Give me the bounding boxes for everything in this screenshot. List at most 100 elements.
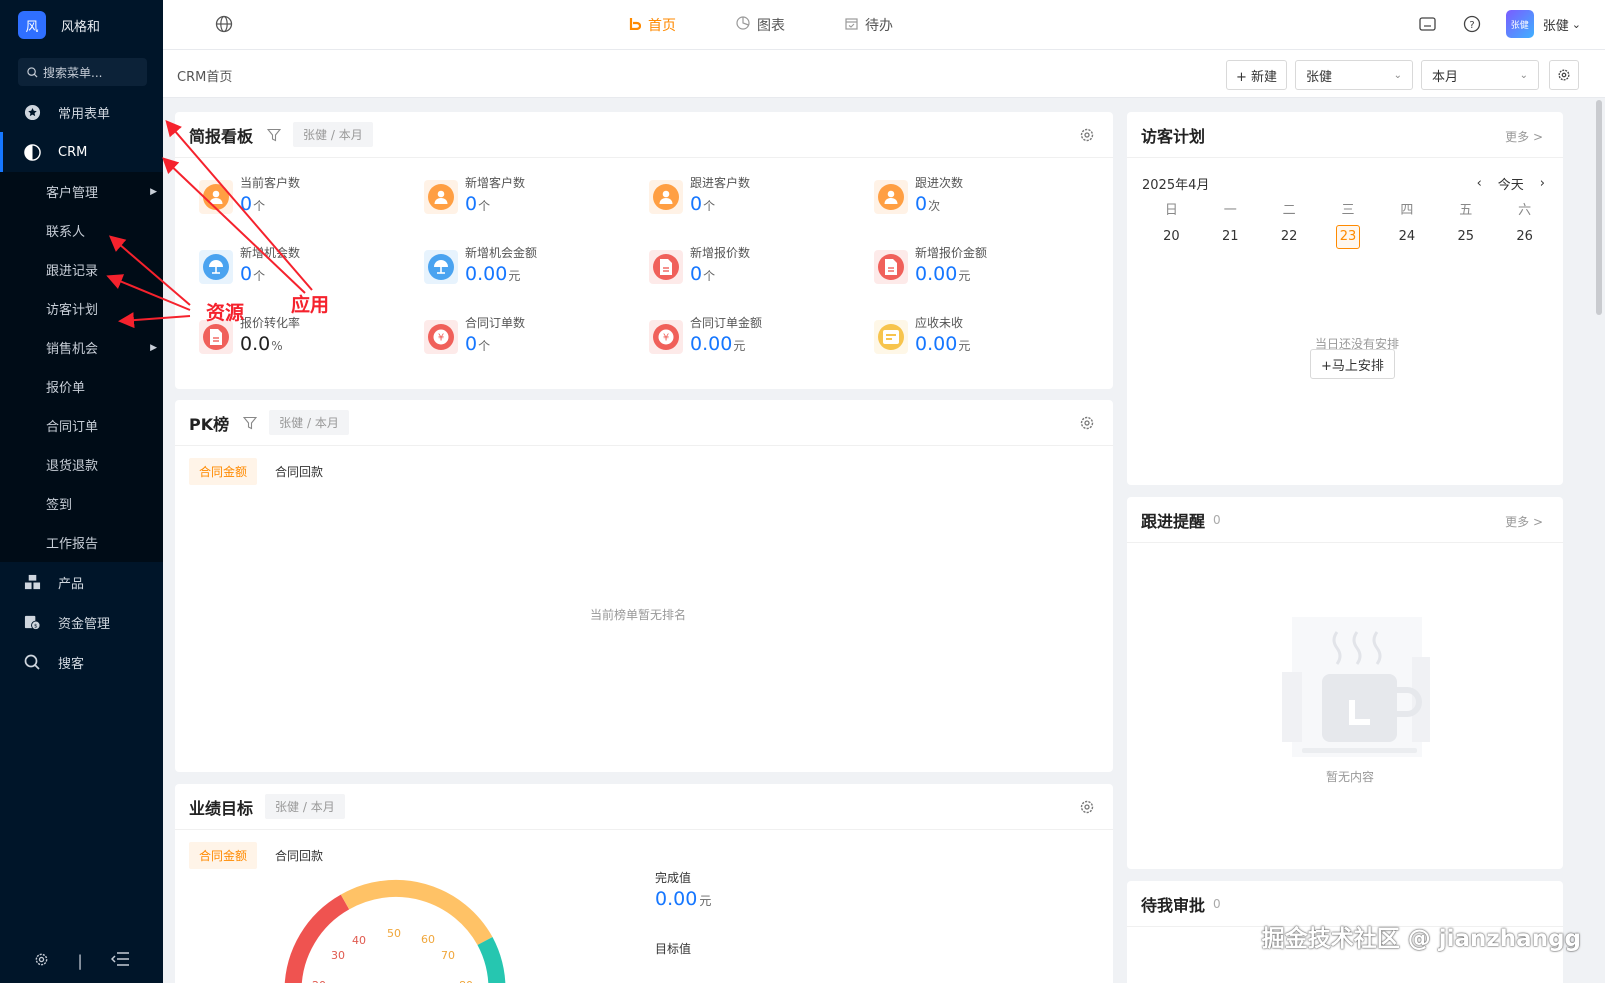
empty-state-text: 暂无内容 bbox=[1326, 770, 1375, 784]
gear-icon[interactable] bbox=[1079, 799, 1095, 815]
yen-icon: ¥ bbox=[649, 320, 683, 354]
owner-select[interactable]: 张健 ⌄ bbox=[1295, 60, 1413, 90]
sidebar-item-work-report[interactable]: 工作报告 bbox=[0, 523, 163, 562]
gear-icon[interactable] bbox=[1079, 415, 1095, 431]
menu-search-input[interactable]: 搜索菜单... bbox=[18, 58, 147, 86]
stat-item[interactable]: 跟进客户数 0个 bbox=[649, 174, 869, 234]
today-button[interactable]: 今天 bbox=[1498, 174, 1524, 193]
page-scrollbar[interactable] bbox=[1596, 100, 1602, 315]
user-name[interactable]: 张健 bbox=[1543, 15, 1569, 34]
svg-text:¥: ¥ bbox=[663, 333, 669, 344]
sidebar-item-label: 合同订单 bbox=[46, 420, 99, 435]
tab-charts[interactable]: 图表 bbox=[736, 15, 785, 35]
avatar[interactable]: 张健 bbox=[1505, 10, 1534, 38]
count-badge: 0 bbox=[1213, 896, 1221, 911]
calendar-nav: ‹ 今天 › bbox=[1461, 174, 1545, 193]
stat-item[interactable]: 新增报价数 0个 bbox=[649, 244, 869, 304]
tab-todo[interactable]: 待办 bbox=[845, 15, 893, 35]
filter-tag[interactable]: 张健 / 本月 bbox=[269, 410, 349, 435]
message-icon[interactable] bbox=[1418, 14, 1438, 34]
more-link[interactable]: 更多 > bbox=[1505, 513, 1543, 530]
stat-value: 0.0% bbox=[240, 333, 283, 355]
globe-icon[interactable] bbox=[215, 15, 233, 33]
calendar-days: 20 21 22 23 24 25 26 bbox=[1142, 225, 1554, 249]
segment-contract-amount[interactable]: 合同金额 bbox=[189, 842, 258, 869]
sidebar-item-refunds[interactable]: 退货退款 bbox=[0, 445, 163, 484]
sidebar-item-prospecting[interactable]: 搜客 bbox=[0, 642, 163, 682]
settings-button[interactable] bbox=[1549, 60, 1579, 90]
stat-item[interactable]: ¥ 合同订单金额 0.00元 bbox=[649, 314, 869, 374]
gear-icon[interactable] bbox=[1079, 127, 1095, 143]
chevron-right-icon[interactable]: › bbox=[1540, 176, 1545, 191]
empty-state-text: 当前榜单暂无排名 bbox=[590, 608, 687, 622]
card-title: 简报看板 bbox=[189, 126, 254, 146]
sidebar-item-customers[interactable]: 客户管理 ▶ bbox=[0, 172, 163, 211]
sidebar-item-checkin[interactable]: 签到 bbox=[0, 484, 163, 523]
sidebar-item-label: 报价单 bbox=[46, 381, 86, 396]
sidebar-item-products[interactable]: 产品 bbox=[0, 562, 163, 602]
sidebar-item-crm[interactable]: CRM bbox=[0, 132, 163, 172]
sidebar-item-contracts[interactable]: 合同订单 bbox=[0, 406, 163, 445]
sidebar-item-common-forms[interactable]: 常用表单 bbox=[0, 92, 163, 132]
filter-tag[interactable]: 张健 / 本月 bbox=[265, 794, 345, 819]
weekday-label: 四 bbox=[1400, 203, 1414, 218]
brand[interactable]: 风 风格和 bbox=[0, 0, 163, 50]
collapse-menu-icon[interactable] bbox=[110, 952, 129, 970]
stat-item[interactable]: ¥ 合同订单数 0个 bbox=[424, 314, 644, 374]
stat-item[interactable]: 新增机会金额 0.00元 bbox=[424, 244, 644, 304]
card-title: 业绩目标 bbox=[189, 798, 254, 818]
calendar-day[interactable]: 20 bbox=[1142, 225, 1201, 249]
empty-coffee-illustration bbox=[1282, 617, 1430, 757]
svg-text:?: ? bbox=[1469, 20, 1474, 31]
filter-tag[interactable]: 张健 / 本月 bbox=[293, 122, 373, 147]
segment-contract-payment[interactable]: 合同回款 bbox=[265, 458, 333, 485]
segment-contract-amount[interactable]: 合同金额 bbox=[189, 458, 258, 485]
chevron-down-icon[interactable]: ⌄ bbox=[1572, 18, 1581, 31]
chevron-left-icon[interactable]: ‹ bbox=[1477, 176, 1482, 191]
calendar-day[interactable]: 21 bbox=[1201, 225, 1260, 249]
top-right-tools: ? 张健 张健 ⌄ bbox=[1394, 10, 1581, 38]
stat-item[interactable]: 新增报价金额 0.00元 bbox=[874, 244, 1094, 304]
sidebar-item-finance[interactable]: $ 资金管理 bbox=[0, 602, 163, 642]
day-number: 24 bbox=[1398, 229, 1416, 244]
stat-unit: 个 bbox=[703, 269, 716, 283]
sidebar-item-contacts[interactable]: 联系人 bbox=[0, 211, 163, 250]
calendar-day[interactable]: 24 bbox=[1377, 225, 1436, 249]
period-select[interactable]: 本月 ⌄ bbox=[1421, 60, 1539, 90]
sidebar-item-followup[interactable]: 跟进记录 bbox=[0, 250, 163, 289]
sidebar-item-opportunities[interactable]: 销售机会 ▶ bbox=[0, 328, 163, 367]
card-header: 跟进提醒 0 更多 > bbox=[1127, 497, 1563, 543]
sidebar-item-quotes[interactable]: 报价单 bbox=[0, 367, 163, 406]
calendar-day[interactable]: 25 bbox=[1436, 225, 1495, 249]
sidebar-item-label: 常用表单 bbox=[58, 106, 111, 122]
segment-contract-payment[interactable]: 合同回款 bbox=[265, 842, 333, 869]
filter-icon[interactable] bbox=[243, 416, 258, 430]
more-link[interactable]: 更多 > bbox=[1505, 128, 1543, 145]
calendar-day[interactable]: 22 bbox=[1260, 225, 1319, 249]
target-segment: 合同金额 合同回款 bbox=[189, 842, 341, 869]
day-number: 22 bbox=[1280, 229, 1298, 244]
filter-icon[interactable] bbox=[267, 128, 282, 142]
search-icon bbox=[22, 652, 42, 672]
tab-home[interactable]: 首页 bbox=[629, 15, 676, 35]
calendar-month: 2025年4月 bbox=[1142, 178, 1210, 193]
help-icon[interactable]: ? bbox=[1462, 14, 1482, 34]
stat-item[interactable]: 新增客户数 0个 bbox=[424, 174, 644, 234]
stat-value: 0个 bbox=[465, 193, 490, 215]
chevron-down-icon: ⌄ bbox=[1393, 69, 1402, 81]
page-toolbar: CRM首页 + 新建 张健 ⌄ 本月 ⌄ bbox=[163, 50, 1605, 98]
brand-logo: 风 bbox=[18, 11, 46, 39]
calendar-day-today[interactable]: 23 bbox=[1319, 225, 1378, 249]
stat-item[interactable]: 应收未收 0.00元 bbox=[874, 314, 1094, 374]
sidebar-item-label: 销售机会 bbox=[46, 342, 99, 357]
weekday-label: 二 bbox=[1282, 203, 1296, 218]
new-button[interactable]: + 新建 bbox=[1225, 60, 1287, 90]
stat-item[interactable]: 跟进次数 0次 bbox=[874, 174, 1094, 234]
sidebar-item-visit-plan[interactable]: 访客计划 bbox=[0, 289, 163, 328]
arrange-now-button[interactable]: +马上安排 bbox=[1310, 349, 1395, 379]
period-select-value: 本月 bbox=[1432, 69, 1459, 85]
calendar-day[interactable]: 26 bbox=[1495, 225, 1554, 249]
stat-item[interactable]: 当前客户数 0个 bbox=[199, 174, 419, 234]
count-badge: 0 bbox=[1213, 512, 1221, 527]
settings-icon[interactable] bbox=[34, 952, 49, 971]
